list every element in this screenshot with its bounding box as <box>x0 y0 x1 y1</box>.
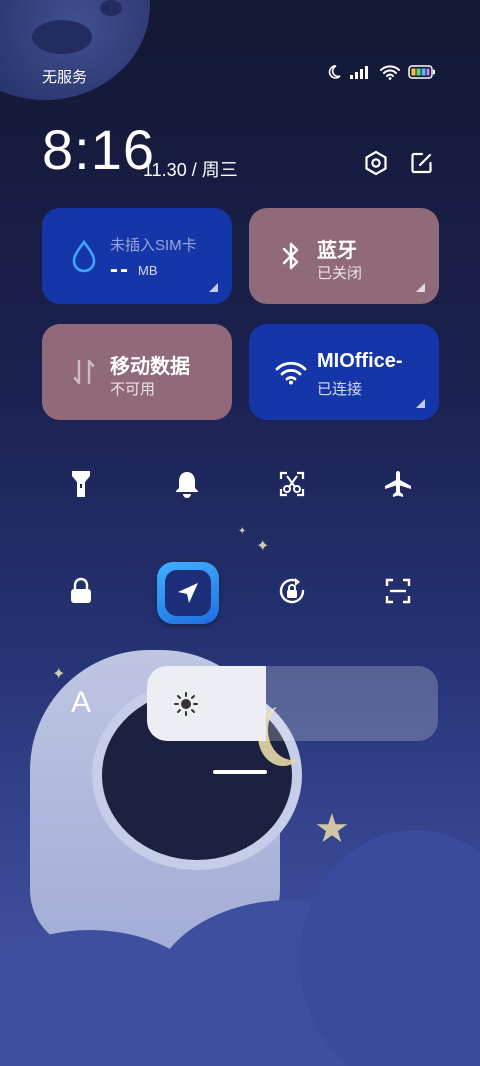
star-icon: ✦ <box>52 666 66 683</box>
bluetooth-status: 已关闭 <box>317 265 363 282</box>
bluetooth-title: 蓝牙 <box>317 240 357 262</box>
signal-icon <box>350 65 372 79</box>
mobile-data-tile[interactable]: 移动数据 不可用 <box>42 324 232 420</box>
flashlight-icon <box>70 469 92 504</box>
brightness-icon <box>173 691 199 717</box>
wifi-network-name: MIOffice- <box>317 350 403 372</box>
bluetooth-icon <box>273 238 309 274</box>
date-label: 11.30 / 周三 <box>143 160 238 180</box>
status-icons <box>326 64 436 80</box>
auto-brightness-toggle[interactable]: A <box>64 686 98 720</box>
water-drop-icon <box>66 238 102 274</box>
battery-icon <box>408 65 436 79</box>
lock-screen-toggle[interactable] <box>61 573 101 613</box>
screenshot-toggle[interactable] <box>272 466 312 506</box>
airplane-icon <box>383 469 413 504</box>
ringer-toggle[interactable] <box>167 466 207 506</box>
expand-corner-icon <box>416 283 425 292</box>
bell-icon <box>174 470 200 503</box>
star-icon: ✦ <box>238 526 247 537</box>
drag-handle[interactable] <box>213 770 267 774</box>
mobile-data-status: 不可用 <box>110 381 156 398</box>
settings-icon <box>363 150 389 181</box>
wifi-icon <box>380 64 400 80</box>
expand-corner-icon <box>416 399 425 408</box>
star-decoration: ★ <box>314 807 350 851</box>
data-usage-value: -- <box>110 256 130 283</box>
screenshot-icon <box>278 470 306 503</box>
wifi-tile[interactable]: MIOffice- 已连接 <box>249 324 439 420</box>
clock: 8:16 <box>42 118 155 181</box>
wifi-status: 已连接 <box>317 381 363 398</box>
wifi-icon <box>273 354 309 390</box>
bluetooth-tile[interactable]: 蓝牙 已关闭 <box>249 208 439 304</box>
location-app-icon <box>165 570 211 616</box>
sim-data-tile[interactable]: 未插入SIM卡 -- MB <box>42 208 232 304</box>
brightness-fill <box>147 666 267 741</box>
rotation-lock-toggle[interactable] <box>272 573 312 613</box>
star-icon: ✦ <box>256 538 270 555</box>
data-usage-unit: MB <box>138 263 158 278</box>
scan-icon <box>384 577 412 610</box>
flashlight-toggle[interactable] <box>61 466 101 506</box>
edit-button[interactable] <box>405 148 439 182</box>
edit-icon <box>410 151 434 180</box>
brightness-slider[interactable] <box>147 666 438 741</box>
expand-corner-icon <box>209 283 218 292</box>
rotation-lock-icon <box>276 575 308 612</box>
cloud-decoration <box>300 830 480 1066</box>
scanner-toggle[interactable] <box>378 573 418 613</box>
data-arrows-icon <box>66 354 102 390</box>
carrier-label: 无服务 <box>42 69 88 86</box>
moon-icon <box>326 64 342 80</box>
location-app-button[interactable] <box>157 562 219 624</box>
settings-button[interactable] <box>359 148 393 182</box>
airplane-mode-toggle[interactable] <box>378 466 418 506</box>
status-bar: 无服务 <box>0 62 480 92</box>
mobile-data-title: 移动数据 <box>110 356 190 378</box>
lock-icon <box>69 577 93 610</box>
sim-status-label: 未插入SIM卡 <box>110 237 197 254</box>
